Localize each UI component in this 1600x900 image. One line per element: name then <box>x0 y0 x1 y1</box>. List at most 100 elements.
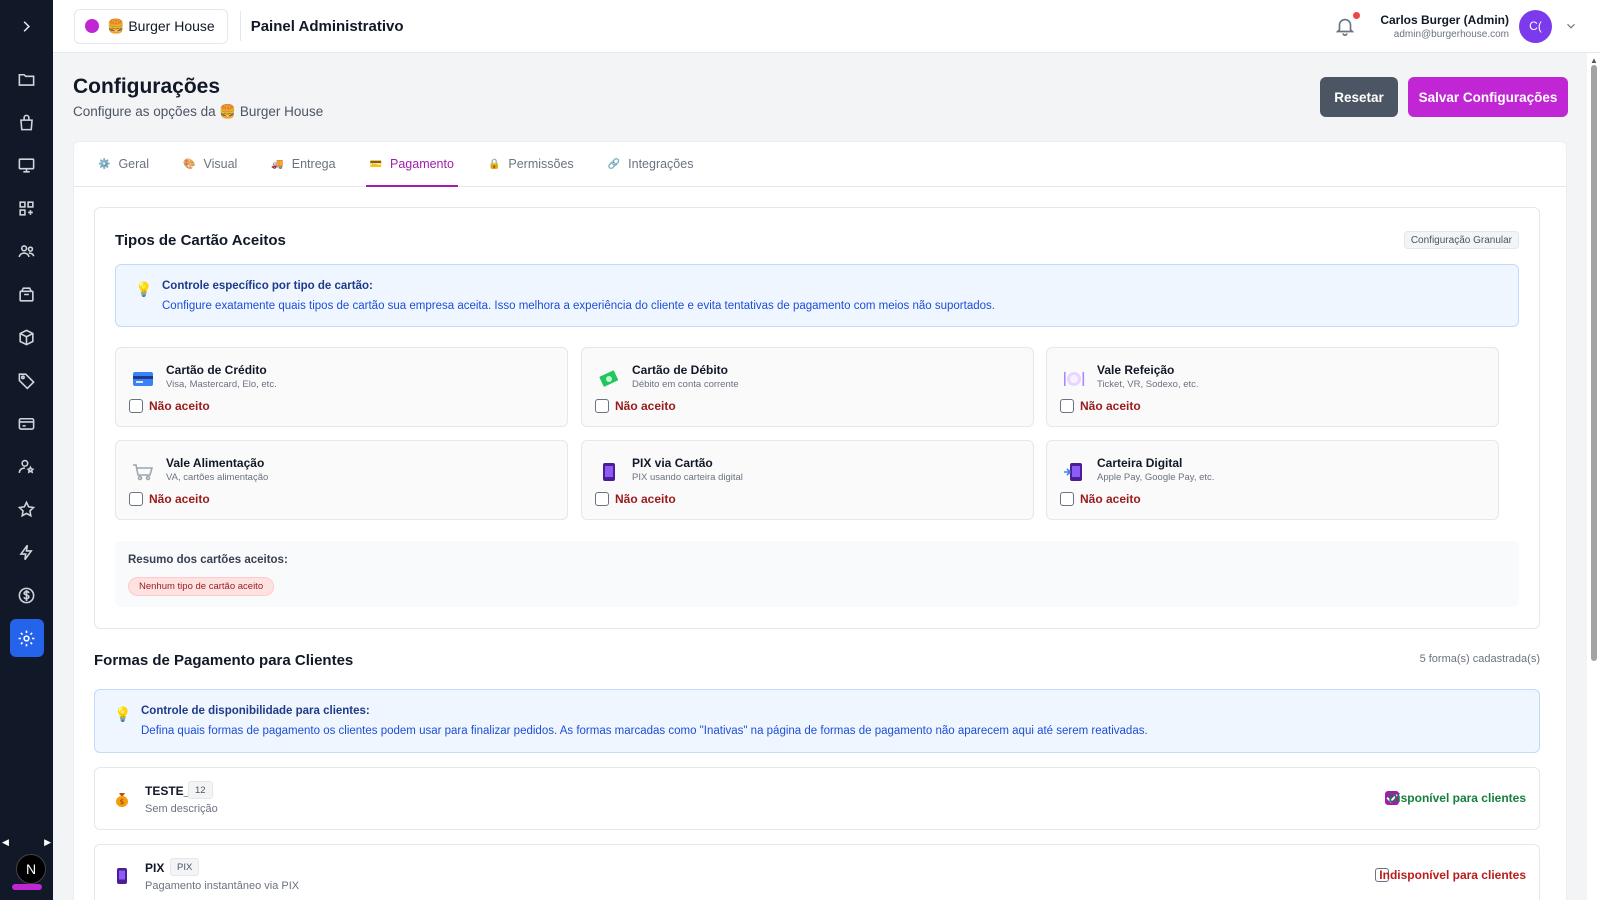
header-title: Painel Administrativo <box>250 17 404 35</box>
star-icon <box>17 500 36 517</box>
lock-icon: 🔒 <box>487 158 501 170</box>
accept-checkbox[interactable] <box>1060 399 1074 413</box>
tab-visual[interactable]: 🎨 Visual <box>183 142 237 186</box>
save-settings-button[interactable]: Salvar Configurações <box>1408 77 1568 117</box>
card-type-name: Carteira Digital <box>1097 456 1183 470</box>
payment-methods-title: Formas de Pagamento para Clientes <box>94 652 354 669</box>
lightbulb-icon: 💡 <box>135 281 153 297</box>
notifications-button[interactable] <box>1334 12 1361 37</box>
card-type-vale-alimentacao: Vale Alimentação VA, cartões alimentação… <box>115 440 568 520</box>
card-type-desc: PIX usando carteira digital <box>632 472 743 483</box>
money-icon <box>599 370 619 387</box>
availability-status: Indisponível para clientes <box>1379 868 1526 882</box>
brand-name: 🍔 Burger House <box>107 17 215 34</box>
sidebar-item-users[interactable] <box>10 232 44 270</box>
accept-checkbox[interactable] <box>129 492 143 506</box>
user-avatar[interactable]: C( <box>1519 9 1552 43</box>
card-type-status: Não aceito <box>615 399 676 413</box>
sidebar-footer: ◀ ▶ N <box>0 837 53 900</box>
tab-label: Integrações <box>628 157 694 171</box>
scroll-up-icon[interactable]: ▲ <box>1590 56 1598 65</box>
sidebar-item-orders[interactable] <box>10 103 44 141</box>
tab-integracoes[interactable]: 🔗 Integrações <box>608 142 694 186</box>
accept-checkbox[interactable] <box>1060 492 1074 506</box>
card-type-desc: Visa, Mastercard, Elo, etc. <box>166 379 277 390</box>
tab-geral[interactable]: ⚙️ Geral <box>98 142 149 186</box>
info-title: Controle de disponibilidade para cliente… <box>141 705 370 717</box>
tab-permissoes[interactable]: 🔒 Permissões <box>488 142 574 186</box>
main-scrollbar[interactable]: ▲ <box>1587 53 1600 900</box>
card-types-section: Tipos de Cartão Aceitos Configuração Gra… <box>94 207 1540 629</box>
plate-icon <box>1064 372 1085 386</box>
tab-label: Permissões <box>508 157 574 171</box>
expand-sidebar-button[interactable] <box>0 0 53 53</box>
bottom-avatar[interactable]: N <box>16 854 46 884</box>
card-type-name: Cartão de Crédito <box>166 363 267 377</box>
scroll-left-icon[interactable]: ◀ <box>2 837 9 847</box>
card-type-pix-cartao: PIX via Cartão PIX usando carteira digit… <box>581 440 1034 520</box>
card-types-title: Tipos de Cartão Aceitos <box>115 232 286 249</box>
scrollbar-thumb[interactable] <box>1591 65 1597 661</box>
wallet-phone-icon <box>1064 463 1082 481</box>
chevron-down-icon[interactable] <box>1564 19 1578 33</box>
sidebar-item-apps[interactable] <box>10 189 44 227</box>
accept-checkbox[interactable] <box>129 399 143 413</box>
payment-method-code: 12 <box>188 781 213 799</box>
notification-dot <box>1353 12 1361 19</box>
sidebar-item-settings[interactable] <box>9 619 44 657</box>
cart-icon <box>133 464 153 481</box>
credit-card-icon: 💳 <box>369 158 382 170</box>
payment-method-code: PIX <box>170 858 200 876</box>
card-type-status: Não aceito <box>1080 492 1141 506</box>
credit-card-icon <box>133 372 153 386</box>
tab-label: Geral <box>118 157 150 171</box>
sidebar: ◀ ▶ N <box>0 0 53 900</box>
sidebar-item-products[interactable] <box>10 318 44 356</box>
settings-card: ⚙️ Geral 🎨 Visual 🚚 Entrega 💳 Pagamento 🔒 Per… <box>73 141 1567 900</box>
sidebar-item-folder[interactable] <box>10 60 44 98</box>
sidebar-item-finance[interactable] <box>10 576 44 614</box>
sidebar-item-automations[interactable] <box>10 533 44 571</box>
summary-title: Resumo dos cartões aceitos: <box>128 554 288 566</box>
sidebar-item-monitor[interactable] <box>10 146 44 184</box>
card-type-name: Cartão de Débito <box>632 363 729 377</box>
sidebar-item-reviews[interactable] <box>10 490 44 528</box>
sidebar-item-staff[interactable] <box>10 447 44 485</box>
dollar-icon <box>18 587 35 603</box>
tab-entrega[interactable]: 🚚 Entrega <box>271 142 335 186</box>
card-type-status: Não aceito <box>1080 399 1141 413</box>
sidebar-item-archive[interactable] <box>10 275 44 313</box>
accept-checkbox[interactable] <box>595 492 609 506</box>
user-info[interactable]: Carlos Burger (Admin) admin@burgerhouse.… <box>1380 13 1509 40</box>
card-type-name: Vale Alimentação <box>166 456 265 470</box>
credit-card-icon <box>18 417 35 430</box>
card-type-desc: VA, cartões alimentação <box>166 472 269 483</box>
settings-tabs: ⚙️ Geral 🎨 Visual 🚚 Entrega 💳 Pagamento 🔒 Per… <box>74 142 1566 187</box>
link-icon: 🔗 <box>607 158 621 170</box>
svg-text:$: $ <box>120 798 124 806</box>
monitor-icon <box>18 157 35 173</box>
users-icon <box>18 244 35 257</box>
gear-icon <box>18 630 35 646</box>
payment-method-name: PIX <box>145 861 165 875</box>
summary-badge: Nenhum tipo de cartão aceito <box>128 577 275 596</box>
payment-method-name: TESTE_ <box>145 784 191 798</box>
brand-color-dot <box>85 19 99 33</box>
card-type-status: Não aceito <box>149 492 210 506</box>
card-type-status: Não aceito <box>149 399 210 413</box>
payment-method-row: $ TESTE_ 12 Sem descrição Disponível par… <box>94 767 1540 830</box>
money-bag-icon: $ <box>116 793 128 807</box>
accept-checkbox[interactable] <box>595 399 609 413</box>
scroll-right-icon[interactable]: ▶ <box>44 837 51 847</box>
sidebar-item-payments[interactable] <box>10 404 44 442</box>
tab-pagamento[interactable]: 💳 Pagamento <box>365 142 459 187</box>
sidebar-item-tags[interactable] <box>10 361 44 399</box>
palette-icon: 🎨 <box>183 158 196 170</box>
reset-button[interactable]: Resetar <box>1320 77 1398 117</box>
brand-selector[interactable]: 🍔 Burger House <box>74 8 228 44</box>
availability-status: Disponível para clientes <box>1388 791 1526 805</box>
granular-config-badge: Configuração Granular <box>1403 231 1519 249</box>
card-type-vale-refeicao: Vale Refeição Ticket, VR, Sodexo, etc. N… <box>1046 347 1499 427</box>
page-title: Configurações <box>73 75 221 98</box>
payment-methods-info: 💡 Controle de disponibilidade para clien… <box>94 689 1540 753</box>
